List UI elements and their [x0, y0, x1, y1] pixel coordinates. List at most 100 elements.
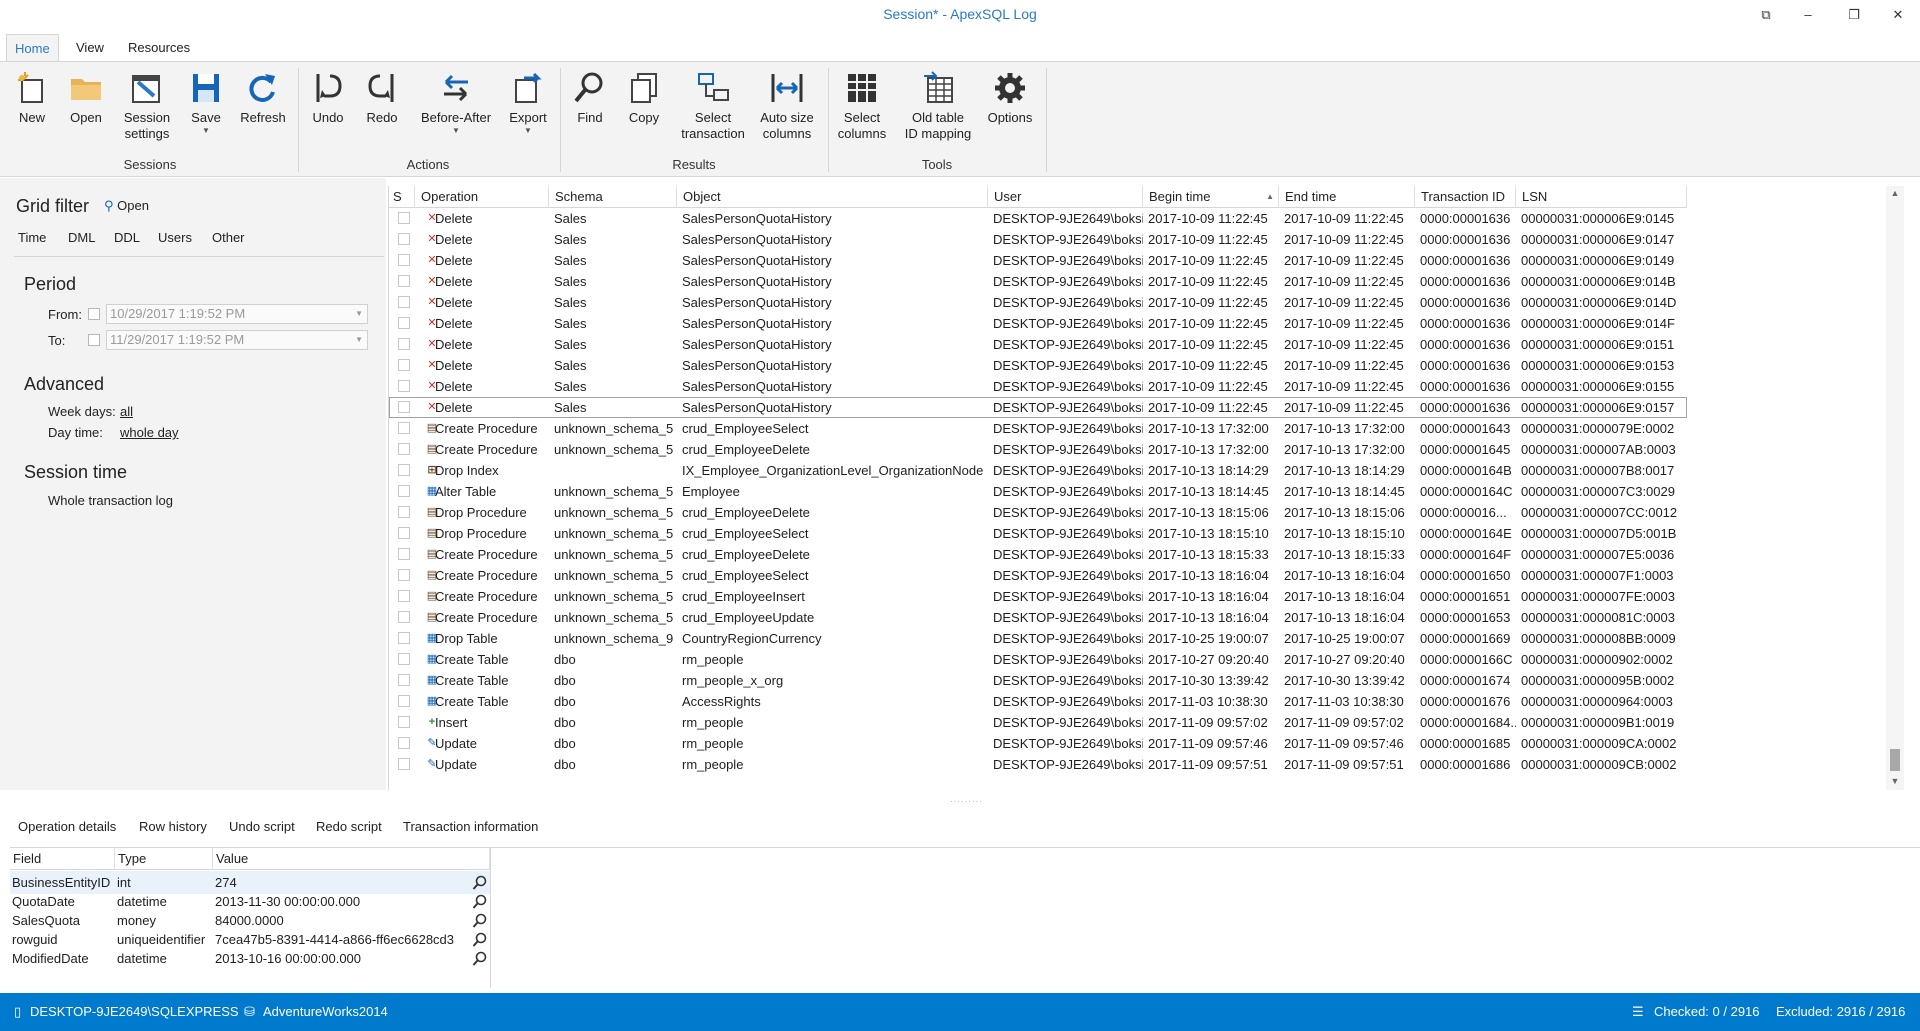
table-row[interactable]: ✕ Delete Sales SalesPersonQuotaHistory DESKT… — [389, 250, 1687, 271]
table-row[interactable]: ▦ Create Table dbo rm_people DESKTOP-9JE2649… — [389, 649, 1687, 670]
tab-undo-script[interactable]: Undo script — [229, 815, 295, 839]
tab-redo-script[interactable]: Redo script — [316, 815, 382, 839]
week-days-link[interactable]: all — [120, 404, 133, 419]
refresh-button[interactable]: Refresh — [236, 70, 290, 126]
row-checkbox[interactable] — [398, 422, 410, 434]
scrollbar-thumb[interactable] — [1890, 749, 1900, 771]
filter-tab-ddl[interactable]: DDL — [114, 230, 140, 245]
open-button[interactable]: Open — [64, 70, 108, 126]
magnifier-icon[interactable] — [472, 951, 488, 967]
row-checkbox[interactable] — [398, 716, 410, 728]
table-row[interactable]: ▤ Create Procedure unknown_schema_5 crud_Em… — [389, 586, 1687, 607]
select-columns-button[interactable]: Select columns — [834, 70, 890, 142]
session-settings-button[interactable]: Session settings — [116, 70, 178, 142]
table-row[interactable]: ▤ Create Procedure unknown_schema_5 crud_Em… — [389, 439, 1687, 460]
find-button[interactable]: Find — [570, 70, 610, 126]
transactions-grid[interactable]: S Operation Schema Object User Begin tim… — [388, 186, 1904, 790]
tab-transaction-information[interactable]: Transaction information — [403, 815, 538, 839]
column-header-begin-time[interactable]: Begin time ▲ — [1143, 186, 1279, 208]
day-time-link[interactable]: whole day — [120, 425, 179, 440]
row-checkbox[interactable] — [398, 611, 410, 623]
tab-view[interactable]: View — [68, 34, 112, 62]
minimize-button[interactable]: – — [1790, 3, 1826, 27]
column-header-status[interactable]: S — [389, 186, 415, 208]
table-row[interactable]: ✎ Update dbo rm_people DESKTOP-9JE2649\boksi… — [389, 754, 1687, 775]
row-checkbox[interactable] — [398, 674, 410, 686]
to-checkbox[interactable] — [88, 334, 100, 346]
row-checkbox[interactable] — [398, 212, 410, 224]
column-header-user[interactable]: User — [988, 186, 1143, 208]
column-header-transaction-id[interactable]: Transaction ID — [1415, 186, 1516, 208]
tab-row-history[interactable]: Row history — [139, 815, 207, 839]
row-checkbox[interactable] — [398, 233, 410, 245]
row-checkbox[interactable] — [398, 296, 410, 308]
row-checkbox[interactable] — [398, 527, 410, 539]
options-button[interactable]: Options — [984, 70, 1036, 126]
chevron-down-icon[interactable]: ▼ — [355, 305, 363, 323]
table-row[interactable]: ✕ Delete Sales SalesPersonQuotaHistory DESKT… — [389, 271, 1687, 292]
close-button[interactable]: ✕ — [1880, 3, 1916, 27]
vertical-scrollbar[interactable]: ▲ ▼ — [1886, 186, 1904, 790]
table-row[interactable]: ▤ Create Procedure unknown_schema_5 crud_Em… — [389, 565, 1687, 586]
row-checkbox[interactable] — [398, 443, 410, 455]
new-button[interactable]: New — [10, 70, 54, 126]
table-row[interactable]: ✕ Delete Sales SalesPersonQuotaHistory DESKT… — [389, 397, 1687, 418]
magnifier-icon[interactable] — [472, 913, 488, 929]
row-checkbox[interactable] — [398, 317, 410, 329]
undo-button[interactable]: Undo — [308, 70, 348, 126]
export-dropdown-icon[interactable]: ▼ — [506, 126, 550, 136]
table-row[interactable]: ⊞ Drop Index IX_Employee_OrganizationLevel… — [389, 460, 1687, 481]
filter-tab-time[interactable]: Time — [18, 230, 46, 245]
scroll-up-icon[interactable]: ▲ — [1886, 188, 1904, 198]
table-row[interactable]: ▦ Create Table dbo AccessRights DESKTOP-9JE2… — [389, 691, 1687, 712]
column-header-schema[interactable]: Schema — [549, 186, 677, 208]
maximize-button[interactable]: ❐ — [1836, 3, 1872, 27]
save-dropdown-icon[interactable]: ▼ — [186, 126, 226, 136]
details-row[interactable]: ModifiedDate datetime 2013-10-16 00:00:00.… — [10, 947, 490, 970]
before-after-button[interactable]: Before-After ▼ — [416, 70, 496, 136]
row-checkbox[interactable] — [398, 380, 410, 392]
splitter-handle[interactable]: ········· — [950, 797, 983, 806]
row-checkbox[interactable] — [398, 485, 410, 497]
row-checkbox[interactable] — [398, 737, 410, 749]
row-checkbox[interactable] — [398, 506, 410, 518]
export-button[interactable]: Export ▼ — [506, 70, 550, 136]
old-table-id-mapping-button[interactable]: Old table ID mapping — [900, 70, 976, 142]
column-header-operation[interactable]: Operation — [415, 186, 549, 208]
row-checkbox[interactable] — [398, 275, 410, 287]
row-checkbox[interactable] — [398, 548, 410, 560]
table-row[interactable]: ✕ Delete Sales SalesPersonQuotaHistory DESKT… — [389, 208, 1687, 229]
table-row[interactable]: ▤ Drop Procedure unknown_schema_5 crud_Empl… — [389, 502, 1687, 523]
table-row[interactable]: ✕ Delete Sales SalesPersonQuotaHistory DESKT… — [389, 292, 1687, 313]
chevron-down-icon[interactable]: ▼ — [355, 331, 363, 349]
table-row[interactable]: ✕ Delete Sales SalesPersonQuotaHistory DESKT… — [389, 229, 1687, 250]
before-after-dropdown-icon[interactable]: ▼ — [416, 126, 496, 136]
tab-resources[interactable]: Resources — [120, 34, 198, 62]
from-checkbox[interactable] — [88, 308, 100, 320]
column-header-object[interactable]: Object — [677, 186, 988, 208]
copy-button[interactable]: Copy — [624, 70, 664, 126]
select-transaction-button[interactable]: Select transaction — [680, 70, 746, 142]
scroll-down-icon[interactable]: ▼ — [1886, 776, 1904, 786]
table-row[interactable]: ▤ Create Procedure unknown_schema_5 crud_Em… — [389, 607, 1687, 628]
table-row[interactable]: ▤ Create Procedure unknown_schema_5 crud_Em… — [389, 544, 1687, 565]
row-checkbox[interactable] — [398, 695, 410, 707]
row-checkbox[interactable] — [398, 401, 410, 413]
filter-tab-dml[interactable]: DML — [68, 230, 95, 245]
table-row[interactable]: ▤ Drop Procedure unknown_schema_5 crud_Empl… — [389, 523, 1687, 544]
save-button[interactable]: Save ▼ — [186, 70, 226, 136]
row-checkbox[interactable] — [398, 254, 410, 266]
filter-tab-users[interactable]: Users — [158, 230, 192, 245]
auto-size-columns-button[interactable]: Auto size columns — [754, 70, 820, 142]
row-checkbox[interactable] — [398, 653, 410, 665]
table-row[interactable]: + Insert dbo rm_people DESKTOP-9JE2649\boksi… — [389, 712, 1687, 733]
table-row[interactable]: ▦ Create Table dbo rm_people_x_org DESKTOP-9… — [389, 670, 1687, 691]
tab-home[interactable]: Home — [6, 34, 59, 62]
magnifier-icon[interactable] — [472, 932, 488, 948]
magnifier-icon[interactable] — [472, 875, 488, 891]
row-checkbox[interactable] — [398, 464, 410, 476]
from-date-field[interactable]: 10/29/2017 1:19:52 PM ▼ — [106, 304, 368, 324]
column-header-end-time[interactable]: End time — [1279, 186, 1415, 208]
row-checkbox[interactable] — [398, 590, 410, 602]
row-checkbox[interactable] — [398, 632, 410, 644]
